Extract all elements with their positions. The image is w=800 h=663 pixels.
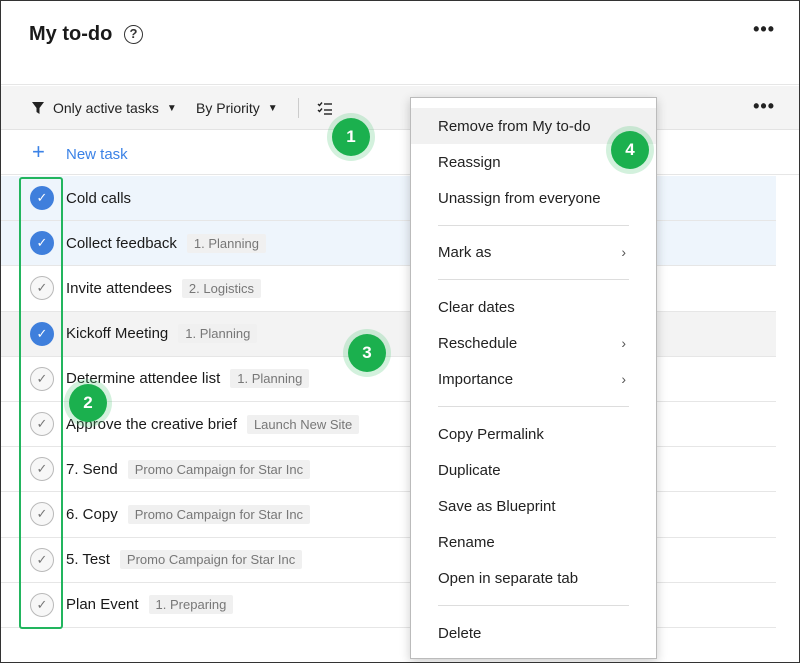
task-name: 5. Test (66, 551, 110, 569)
task-row[interactable]: ✓ Plan Event 1. Preparing (1, 583, 776, 628)
menu-item-open-tab[interactable]: Open in separate tab (411, 560, 656, 596)
task-name: Collect feedback (66, 234, 177, 252)
help-icon[interactable]: ? (124, 25, 143, 44)
menu-item-label: Copy Permalink (438, 425, 544, 443)
task-tag[interactable]: 1. Planning (230, 369, 310, 389)
task-row[interactable]: ✓ Determine attendee list 1. Planning (1, 357, 776, 402)
chevron-down-icon: ▼ (267, 102, 278, 114)
task-row[interactable]: ✓ Cold calls (1, 176, 776, 222)
annotation-badge-3: 3 (348, 334, 386, 372)
task-tag[interactable]: Launch New Site (246, 414, 360, 434)
new-task-button[interactable]: + New task (1, 131, 799, 175)
checklist-view-button[interactable] (317, 86, 333, 130)
annotation-badge-1: 1 (332, 118, 370, 156)
context-menu: Remove from My to-do Reassign Unassign f… (410, 97, 657, 659)
toolbar-more-icon[interactable]: ••• (753, 96, 775, 117)
new-task-label: New task (66, 146, 128, 163)
menu-item-copy-permalink[interactable]: Copy Permalink (411, 416, 656, 452)
menu-divider (438, 406, 629, 407)
plus-icon: + (32, 139, 45, 164)
checkbox-highlight-box (19, 177, 63, 629)
menu-item-clear-dates[interactable]: Clear dates (411, 289, 656, 325)
toolbar-divider (298, 98, 299, 118)
menu-item-rename[interactable]: Rename (411, 524, 656, 560)
page-header: My to-do ? ••• (1, 1, 799, 85)
checklist-icon (317, 102, 332, 115)
task-row[interactable]: ✓ 5. Test Promo Campaign for Star Inc (1, 538, 776, 583)
chevron-right-icon: › (621, 244, 626, 260)
page-title: My to-do (29, 23, 113, 45)
menu-item-label: Remove from My to-do (438, 117, 591, 135)
menu-item-duplicate[interactable]: Duplicate (411, 452, 656, 488)
menu-item-label: Clear dates (438, 298, 515, 316)
menu-item-importance[interactable]: Importance › (411, 361, 656, 397)
task-tag[interactable]: 2. Logistics (181, 278, 261, 298)
task-name: Invite attendees (66, 279, 172, 297)
menu-item-label: Reassign (438, 153, 501, 171)
task-row[interactable]: ✓ 6. Copy Promo Campaign for Star Inc (1, 492, 776, 538)
task-name: Kickoff Meeting (66, 325, 169, 343)
menu-item-save-blueprint[interactable]: Save as Blueprint (411, 488, 656, 524)
task-tag[interactable]: 1. Planning (186, 233, 266, 253)
menu-item-label: Delete (438, 624, 482, 642)
annotation-badge-2: 2 (69, 384, 107, 422)
task-row[interactable]: ✓ 7. Send Promo Campaign for Star Inc (1, 447, 776, 493)
task-name: Plan Event (66, 596, 139, 614)
menu-item-label: Save as Blueprint (438, 497, 556, 515)
annotation-badge-4: 4 (611, 131, 649, 169)
task-tag[interactable]: Promo Campaign for Star Inc (119, 550, 303, 570)
app-window: My to-do ? ••• Only active tasks ▼ By Pr… (0, 0, 800, 663)
header-more-icon[interactable]: ••• (753, 19, 775, 40)
menu-item-label: Duplicate (438, 461, 501, 479)
menu-item-label: Rename (438, 533, 495, 551)
chevron-right-icon: › (621, 335, 626, 351)
menu-item-unassign[interactable]: Unassign from everyone (411, 180, 656, 216)
menu-divider (438, 279, 629, 280)
menu-item-delete[interactable]: Delete (411, 615, 656, 651)
task-name: 7. Send (66, 460, 118, 478)
task-row[interactable]: ✓ Invite attendees 2. Logistics (1, 266, 776, 312)
menu-item-label: Unassign from everyone (438, 189, 601, 207)
task-tag[interactable]: 1. Preparing (148, 595, 234, 615)
filter-icon (32, 102, 44, 114)
menu-divider (438, 605, 629, 606)
task-tag[interactable]: Promo Campaign for Star Inc (127, 459, 311, 479)
filter-label: Only active tasks (53, 100, 159, 116)
task-row[interactable]: ✓ Collect feedback 1. Planning (1, 221, 776, 267)
menu-item-label: Mark as (438, 243, 492, 261)
sort-dropdown[interactable]: By Priority ▼ (196, 86, 278, 130)
task-list: ✓ Cold calls ✓ Collect feedback 1. Planni… (1, 176, 776, 628)
task-tag[interactable]: Promo Campaign for Star Inc (127, 504, 311, 524)
menu-item-label: Importance (438, 370, 514, 388)
task-name: 6. Copy (66, 505, 118, 523)
menu-item-label: Reschedule (438, 334, 518, 352)
chevron-down-icon: ▼ (166, 102, 177, 114)
sort-label: By Priority (196, 100, 260, 116)
menu-item-label: Open in separate tab (438, 569, 579, 587)
toolbar: Only active tasks ▼ By Priority ▼ ••• (1, 86, 799, 130)
menu-item-reschedule[interactable]: Reschedule › (411, 325, 656, 361)
task-name: Cold calls (66, 189, 132, 207)
menu-divider (438, 225, 629, 226)
filter-dropdown[interactable]: Only active tasks ▼ (31, 86, 177, 130)
chevron-right-icon: › (621, 371, 626, 387)
task-tag[interactable]: 1. Planning (178, 324, 258, 344)
task-row[interactable]: ✓ Kickoff Meeting 1. Planning (1, 311, 776, 357)
task-row[interactable]: ✓ Approve the creative brief Launch New S… (1, 402, 776, 448)
menu-item-mark-as[interactable]: Mark as › (411, 234, 656, 270)
